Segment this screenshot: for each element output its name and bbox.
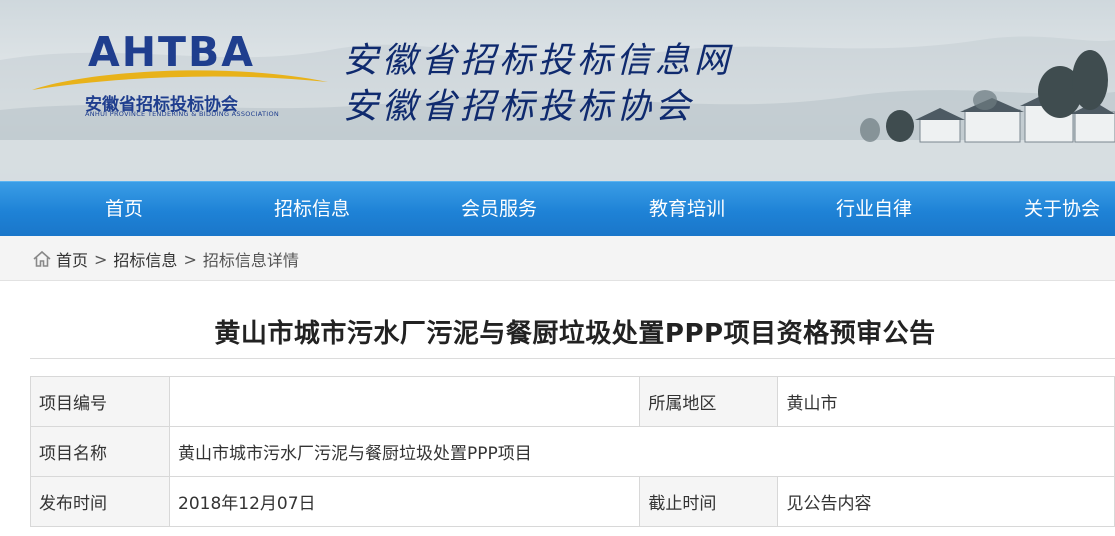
- site-title-line1: 安徽省招标投标信息网: [343, 41, 734, 81]
- project-number-label: 项目编号: [29, 376, 171, 427]
- breadcrumb-home[interactable]: 首页: [56, 247, 88, 271]
- deadline-label: 截止时间: [639, 476, 779, 527]
- ahtba-logo[interactable]: AHTBA 安徽省招标投标协会 ANHUI PROVINCE TENDERING…: [30, 28, 330, 123]
- publish-time-value: 2018年12月07日: [169, 476, 641, 527]
- nav-item-about[interactable]: 关于协会: [1012, 182, 1112, 237]
- nav-item-industry-self-discipline[interactable]: 行业自律: [824, 182, 924, 237]
- logo-english-name: ANHUI PROVINCE TENDERING & BIDDING ASSOC…: [85, 110, 280, 118]
- table-row: 项目编号 所属地区 黄山市: [29, 376, 1115, 427]
- deadline-value: 见公告内容: [777, 476, 1115, 527]
- nav-item-member-services[interactable]: 会员服务: [449, 182, 549, 237]
- nav-item-tender-info[interactable]: 招标信息: [262, 182, 362, 237]
- table-row: 项目名称 黄山市城市污水厂污泥与餐厨垃圾处置PPP项目: [29, 426, 1115, 477]
- breadcrumb-separator: >: [183, 249, 197, 269]
- site-header-banner: AHTBA 安徽省招标投标协会 ANHUI PROVINCE TENDERING…: [0, 0, 1115, 181]
- article-title: 黄山市城市污水厂污泥与餐厨垃圾处置PPP项目资格预审公告: [214, 319, 936, 349]
- breadcrumb-current: 招标信息详情: [202, 251, 299, 270]
- main-nav: 首页 招标信息 会员服务 教育培训 行业自律 关于协会: [0, 181, 1115, 237]
- table-row: 发布时间 2018年12月07日 截止时间 见公告内容: [29, 476, 1115, 527]
- region-label: 所属地区: [639, 376, 779, 427]
- breadcrumb: 首页 > 招标信息 > 招标信息详情: [0, 236, 1115, 281]
- project-number-value: [169, 376, 641, 427]
- project-name-value: 黄山市城市污水厂污泥与餐厨垃圾处置PPP项目: [169, 426, 1115, 477]
- breadcrumb-separator: >: [94, 249, 108, 269]
- publish-time-label: 发布时间: [29, 476, 171, 527]
- breadcrumb-tender-info[interactable]: 招标信息: [113, 247, 177, 271]
- nav-item-home[interactable]: 首页: [84, 182, 164, 237]
- region-value: 黄山市: [777, 376, 1115, 427]
- project-info-table: 项目编号 所属地区 黄山市 项目名称 黄山市城市污水厂污泥与餐厨垃圾处置PPP项…: [29, 376, 1115, 527]
- site-title-line2: 安徽省招标投标协会: [343, 87, 695, 127]
- nav-item-education-training[interactable]: 教育培训: [637, 182, 737, 237]
- title-divider: [30, 358, 1115, 359]
- project-name-label: 项目名称: [29, 426, 171, 477]
- home-icon[interactable]: [32, 249, 52, 269]
